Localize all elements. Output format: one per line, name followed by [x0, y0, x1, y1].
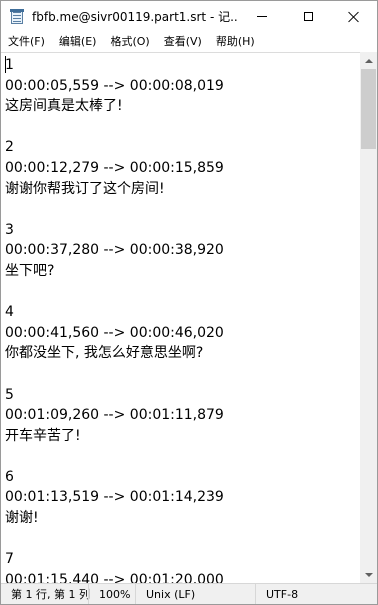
editor-line: 00:01:15,440 --> 00:01:20,000 — [5, 571, 224, 584]
menu-bar: 文件(F) 编辑(E) 格式(O) 查看(V) 帮助(H) — [1, 32, 377, 52]
maximize-icon — [303, 12, 313, 21]
editor-line: 00:00:37,280 --> 00:00:38,920 — [5, 242, 224, 259]
minimize-icon — [257, 16, 267, 17]
scroll-thumb[interactable] — [361, 69, 376, 149]
editor-line: 00:00:41,560 --> 00:00:46,020 — [5, 324, 224, 341]
scroll-up-button[interactable] — [360, 52, 377, 69]
close-button[interactable] — [331, 1, 377, 32]
editor-line: 开车辛苦了! — [5, 427, 81, 444]
menu-view[interactable]: 查看(V) — [157, 32, 209, 52]
vertical-scrollbar[interactable] — [360, 52, 377, 583]
editor-line: 这房间真是太棒了! — [5, 98, 123, 115]
minimize-button[interactable] — [239, 1, 285, 32]
editor-line: 4 — [5, 304, 14, 321]
editor-line: 3 — [5, 221, 14, 238]
menu-help[interactable]: 帮助(H) — [209, 32, 262, 52]
close-icon — [348, 11, 360, 23]
editor-line: 00:01:09,260 --> 00:01:11,879 — [5, 407, 224, 424]
maximize-button[interactable] — [285, 1, 331, 32]
status-line-ending: Unix (LF) — [135, 584, 195, 604]
status-cursor-position: 第 1 行, 第 1 列 — [11, 588, 90, 601]
editor-line: 你都没坐下, 我怎么好意思坐啊? — [5, 345, 204, 362]
editor-line: 坐下吧? — [5, 262, 55, 279]
editor-content[interactable]: 1 00:00:05,559 --> 00:00:08,019 这房间真是太棒了… — [5, 55, 224, 584]
editor-line: 6 — [5, 468, 14, 485]
editor-line: 7 — [5, 551, 14, 568]
editor-line: 1 — [5, 57, 14, 73]
editor-line: 00:00:05,559 --> 00:00:08,019 — [5, 77, 224, 94]
editor-line: 00:01:13,519 --> 00:01:14,239 — [5, 489, 224, 506]
notepad-window: fbfb.me@sivr00119.part1.srt - 记... 文件(F)… — [0, 0, 378, 605]
title-bar[interactable]: fbfb.me@sivr00119.part1.srt - 记... — [1, 1, 377, 32]
editor-line: 谢谢! — [5, 510, 39, 527]
status-encoding: UTF-8 — [255, 584, 298, 604]
text-editor[interactable]: 1 00:00:05,559 --> 00:00:08,019 这房间真是太棒了… — [1, 52, 360, 584]
scroll-down-button[interactable] — [360, 566, 377, 583]
editor-line: 5 — [5, 386, 14, 403]
menu-edit[interactable]: 编辑(E) — [52, 32, 104, 52]
window-title: fbfb.me@sivr00119.part1.srt - 记... — [32, 10, 237, 24]
chevron-down-icon — [364, 572, 373, 577]
chevron-up-icon — [364, 58, 373, 63]
status-bar: 第 1 行, 第 1 列 100% Unix (LF) UTF-8 — [1, 583, 377, 604]
caption-buttons — [239, 1, 377, 32]
editor-line: 00:00:12,279 --> 00:00:15,859 — [5, 159, 224, 176]
menu-format[interactable]: 格式(O) — [103, 32, 156, 52]
editor-line: 谢谢你帮我订了这个房间! — [5, 180, 165, 197]
notepad-icon — [10, 8, 24, 25]
status-zoom: 100% — [88, 584, 130, 604]
menu-file[interactable]: 文件(F) — [1, 32, 52, 52]
editor-line: 2 — [5, 139, 14, 156]
